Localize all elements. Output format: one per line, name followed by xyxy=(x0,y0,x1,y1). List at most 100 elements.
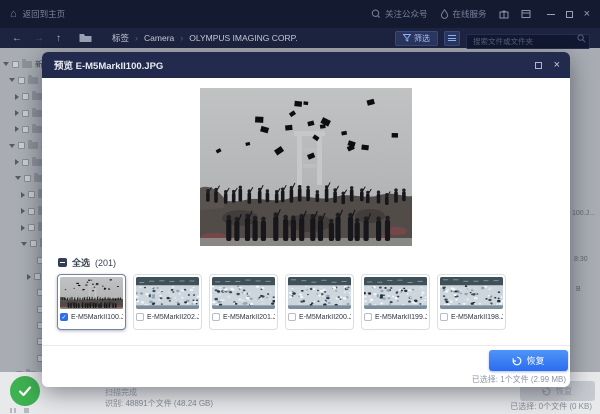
tree-checkbox[interactable] xyxy=(28,224,35,231)
thumbnail-checkbox[interactable] xyxy=(288,313,296,321)
thumbnail-card[interactable]: E-M5MarkII200.J... xyxy=(285,274,354,330)
thumbnail-list: ✓E-M5MarkII100.J... E-M5MarkII202.J... E-M… xyxy=(57,274,506,330)
maximize-button[interactable] xyxy=(566,11,573,18)
online-service-link[interactable]: 在线服务 xyxy=(440,8,487,20)
tree-spacer xyxy=(27,289,34,296)
tree-checkbox[interactable] xyxy=(18,142,25,149)
thumbnail-classroom-photo[interactable] xyxy=(364,277,427,309)
select-all-row: 全选 (201) xyxy=(58,256,116,269)
thumbnail-checkbox[interactable] xyxy=(440,313,448,321)
thumbnail-card[interactable]: ✓E-M5MarkII100.J... xyxy=(57,274,126,330)
thumbnail-checkbox[interactable] xyxy=(212,313,220,321)
droplet-icon xyxy=(440,9,449,19)
thumbnail-filename: E-M5MarkII198.J... xyxy=(451,314,503,321)
funnel-icon xyxy=(403,34,411,42)
tree-checkbox[interactable] xyxy=(28,208,35,215)
thumbnail-classroom-photo[interactable] xyxy=(212,277,275,309)
selected-count-text: 已选择: 0个文件 (0 KB) xyxy=(510,401,592,412)
identified-count-text: 识别: 48891个文件 (48.24 GB) xyxy=(105,398,213,409)
tree-checkbox[interactable] xyxy=(24,175,31,182)
search-input[interactable] xyxy=(466,34,590,49)
tree-item[interactable] xyxy=(15,106,42,120)
back-button[interactable]: ← xyxy=(12,33,22,44)
tree-item[interactable] xyxy=(15,122,42,136)
recover-button[interactable]: 恢复 xyxy=(489,350,568,371)
tree-checkbox[interactable] xyxy=(22,93,29,100)
tree-expand-icon[interactable] xyxy=(9,144,15,148)
tree-checkbox[interactable] xyxy=(34,273,41,280)
pause-scan-icon[interactable] xyxy=(10,408,16,413)
home-link[interactable]: ⌂ 返回到主页 xyxy=(0,8,65,20)
follow-account-label: 关注公众号 xyxy=(385,8,428,20)
restore-icon xyxy=(512,356,522,366)
thumbnail-card[interactable]: E-M5MarkII201.J... xyxy=(209,274,278,330)
tree-spacer xyxy=(27,306,34,313)
thumbnail-checkbox[interactable]: ✓ xyxy=(60,313,68,321)
toolbar: ← → ↑ 标签 › Camera › OLYMPUS IMAGING CORP… xyxy=(0,28,600,48)
tree-expand-icon[interactable] xyxy=(9,78,15,82)
forward-button[interactable]: → xyxy=(34,33,44,44)
stop-scan-icon[interactable] xyxy=(24,408,29,413)
tree-item[interactable] xyxy=(15,90,42,104)
list-icon xyxy=(448,35,456,36)
list-view-button[interactable] xyxy=(444,31,460,46)
close-button[interactable]: × xyxy=(584,9,590,20)
thumbnail-classroom-photo[interactable] xyxy=(288,277,351,309)
tree-spacer xyxy=(27,338,34,345)
tree-item[interactable] xyxy=(9,73,38,87)
online-service-label: 在线服务 xyxy=(453,8,487,20)
folder-icon xyxy=(32,126,42,133)
thumbnail-classroom-photo[interactable] xyxy=(136,277,199,309)
recover-label: 恢复 xyxy=(526,354,544,367)
thumbnail-checkbox[interactable] xyxy=(136,313,144,321)
tree-expand-icon[interactable] xyxy=(15,94,19,100)
select-all-label: 全选 xyxy=(72,256,90,269)
tree-expand-icon[interactable] xyxy=(21,242,27,246)
select-all-checkbox[interactable] xyxy=(58,258,67,267)
up-button[interactable]: ↑ xyxy=(56,33,61,44)
tree-expand-icon[interactable] xyxy=(15,110,19,116)
breadcrumb-tags[interactable]: 标签 xyxy=(112,32,129,44)
scan-status-text: 扫描完成 xyxy=(105,387,137,398)
follow-account-link[interactable]: 关注公众号 xyxy=(371,8,428,20)
titlebar: ⌂ 返回到主页 关注公众号 在线服务 xyxy=(0,0,600,28)
tree-checkbox[interactable] xyxy=(22,110,29,117)
thumbnail-card[interactable]: E-M5MarkII199.J... xyxy=(361,274,430,330)
tree-expand-icon[interactable] xyxy=(21,225,25,231)
thumbnail-checkbox[interactable] xyxy=(364,313,372,321)
thumbnail-card[interactable]: E-M5MarkII198.J... xyxy=(437,274,506,330)
chat-bubble-icon xyxy=(371,9,381,19)
tree-checkbox[interactable] xyxy=(22,126,29,133)
modal-close-button[interactable]: × xyxy=(554,60,560,71)
tree-expand-icon[interactable] xyxy=(15,159,19,165)
thumbnail-filename: E-M5MarkII199.J... xyxy=(375,314,427,321)
thumbnail-classroom-photo[interactable] xyxy=(440,277,503,309)
tree-expand-icon[interactable] xyxy=(3,62,9,66)
tree-expand-icon[interactable] xyxy=(21,208,25,214)
search-icon xyxy=(577,34,586,43)
tree-expand-icon[interactable] xyxy=(21,192,25,198)
thumbnail-filename: E-M5MarkII202.J... xyxy=(147,314,199,321)
select-all-count: (201) xyxy=(95,258,116,268)
layout-button[interactable] xyxy=(521,9,531,19)
tree-checkbox[interactable] xyxy=(30,240,37,247)
tree-item[interactable] xyxy=(15,171,44,185)
tree-expand-icon[interactable] xyxy=(15,176,21,180)
modal-maximize-button[interactable] xyxy=(535,62,542,69)
preview-modal: 预览 E-M5MarkII100.JPG × 全选 (201) ✓E-M5Mar… xyxy=(42,52,570,387)
background-list-fragment: 100.J... xyxy=(572,210,595,217)
minimize-button[interactable] xyxy=(547,14,555,15)
tree-checkbox[interactable] xyxy=(22,159,29,166)
filter-button[interactable]: 筛选 xyxy=(395,31,438,46)
tree-expand-icon[interactable] xyxy=(15,126,19,132)
thumbnail-caps-photo[interactable] xyxy=(60,277,123,309)
thumbnail-card[interactable]: E-M5MarkII202.J... xyxy=(133,274,202,330)
gift-button[interactable] xyxy=(499,9,509,19)
breadcrumb-manufacturer[interactable]: OLYMPUS IMAGING CORP. xyxy=(189,33,297,43)
breadcrumb-camera[interactable]: Camera xyxy=(144,33,174,43)
tree-expand-icon[interactable] xyxy=(27,274,31,280)
tree-checkbox[interactable] xyxy=(12,61,19,68)
tree-item[interactable] xyxy=(15,155,42,169)
tree-checkbox[interactable] xyxy=(18,77,25,84)
tree-checkbox[interactable] xyxy=(28,191,35,198)
